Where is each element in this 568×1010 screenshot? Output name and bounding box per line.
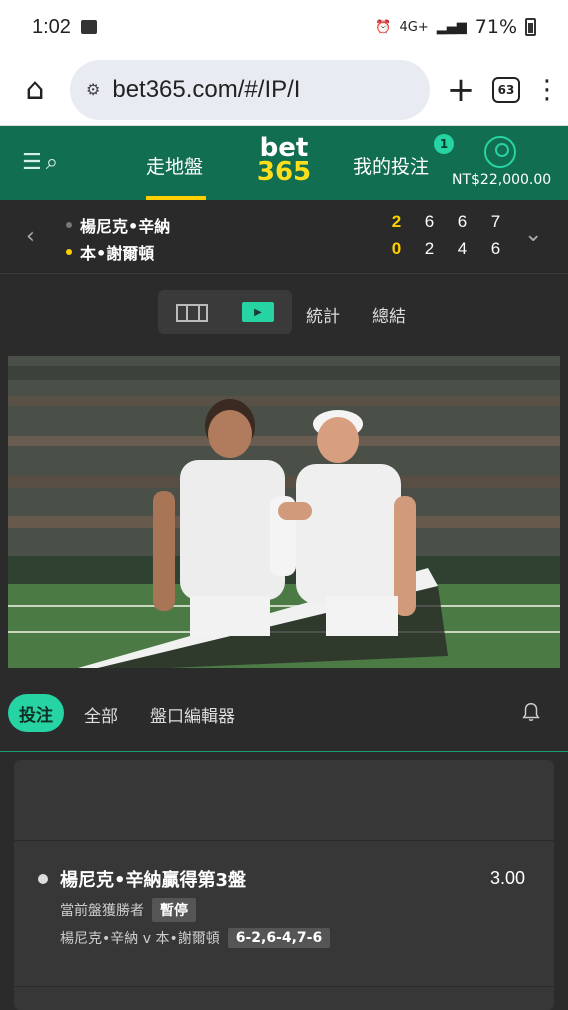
bet-selection: 楊尼克•辛納贏得第3盤: [38, 866, 246, 892]
selection-label: 楊尼克•辛納贏得第3盤: [60, 870, 247, 891]
market-tabs: 投注 全部 盤口編輯器: [0, 676, 568, 752]
logo-bottom: 365: [256, 157, 312, 187]
bet-odds: 3.00: [490, 868, 526, 888]
player-row: 楊尼克•辛納: [66, 213, 170, 237]
url-text: bet365.com/#/IP/I: [112, 75, 301, 103]
view-tabs: ▶ 統計 總結: [0, 274, 568, 356]
bell-icon[interactable]: [520, 700, 542, 724]
market-name: 當前盤獲勝者: [60, 903, 144, 919]
new-tab-icon[interactable]: +: [444, 70, 478, 110]
more-menu-icon[interactable]: ⋮: [534, 75, 560, 105]
set-score: 2: [391, 212, 402, 231]
set-score: 7: [490, 212, 501, 231]
live-video[interactable]: [8, 356, 560, 668]
match-score: 6-2,6-4,7-6: [227, 928, 331, 948]
view-toggle: ▶: [158, 290, 292, 334]
scoreboard-grid-icon[interactable]: [176, 304, 208, 322]
card-divider: [14, 840, 554, 841]
chevron-down-icon[interactable]: ⌄: [524, 222, 542, 247]
gallery-icon: [80, 20, 97, 34]
set-score: 6: [457, 212, 468, 231]
selection-dot: [38, 874, 48, 884]
player-name: 楊尼克•辛納: [80, 217, 171, 236]
network-label: 4G+: [399, 19, 429, 35]
status-right: ⏰ 4G+ ▂▄▆ 71%: [375, 16, 536, 38]
status-badge: 暫停: [152, 898, 196, 922]
alarm-icon: ⏰: [375, 19, 392, 35]
tab-market-editor[interactable]: 盤口編輯器: [150, 702, 235, 727]
tab-switcher-button[interactable]: 63: [492, 76, 520, 103]
set-score: 2: [424, 239, 435, 258]
browser-toolbar: ⌂ ⚙ bet365.com/#/IP/I + 63 ⋮: [0, 54, 568, 126]
nav-mybets[interactable]: 我的投注: [353, 152, 429, 179]
app-header: ☰ ⌕ 走地盤 bet 365 我的投注 1 NT$22,000.00: [0, 126, 568, 200]
menu-search-button[interactable]: ☰ ⌕: [22, 150, 58, 175]
video-scene: [8, 356, 560, 668]
signal-icon: ▂▄▆: [436, 19, 467, 35]
serve-indicator: [66, 249, 72, 255]
set-score: 6: [424, 212, 435, 231]
match-line: 楊尼克•辛納 v 本•謝爾頓 6-2,6-4,7-6: [60, 928, 331, 948]
battery-icon: [525, 18, 536, 36]
card-bottom-divider: [14, 986, 554, 987]
scoreboard: ‹ 楊尼克•辛納 本•謝爾頓 2 6 6 7 0 2 4 6 ⌄: [0, 200, 568, 274]
status-time: 1:02: [32, 15, 71, 38]
play-video-icon[interactable]: ▶: [242, 302, 274, 322]
account-balance[interactable]: NT$22,000.00: [452, 172, 551, 188]
match-name: 楊尼克•辛納 v 本•謝爾頓: [60, 931, 220, 947]
menu-icon: ☰: [22, 150, 42, 175]
market-line: 當前盤獲勝者 暫停: [60, 898, 196, 922]
bet365-logo[interactable]: bet 365: [256, 135, 312, 187]
set-score: 6: [490, 239, 501, 258]
site-settings-icon[interactable]: ⚙: [86, 80, 100, 100]
address-bar[interactable]: ⚙ bet365.com/#/IP/I: [70, 59, 430, 120]
status-bar: 1:02 ⏰ 4G+ ▂▄▆ 71%: [0, 0, 568, 54]
player-name: 本•謝爾頓: [80, 244, 155, 263]
nav-live[interactable]: 走地盤: [146, 152, 203, 179]
home-icon[interactable]: ⌂: [14, 69, 56, 111]
search-icon: ⌕: [45, 150, 59, 175]
serve-indicator: [66, 222, 72, 228]
set-score: 0: [391, 239, 402, 258]
player-set-scores: 0 2 4 6: [380, 239, 512, 259]
set-score: 4: [457, 239, 468, 258]
tab-bet[interactable]: 投注: [8, 694, 64, 732]
chevron-left-icon[interactable]: ‹: [26, 224, 35, 249]
tab-all[interactable]: 全部: [84, 702, 118, 727]
account-icon[interactable]: [484, 136, 516, 168]
player-row: 本•謝爾頓: [66, 240, 154, 264]
battery-text: 71%: [474, 16, 517, 38]
tab-summary[interactable]: 總結: [372, 302, 406, 327]
mybets-badge: 1: [434, 134, 454, 154]
bet-card[interactable]: 楊尼克•辛納贏得第3盤 3.00 當前盤獲勝者 暫停 楊尼克•辛納 v 本•謝爾…: [14, 760, 554, 1010]
tab-stats[interactable]: 統計: [306, 302, 340, 327]
player-set-scores: 2 6 6 7: [380, 212, 512, 232]
